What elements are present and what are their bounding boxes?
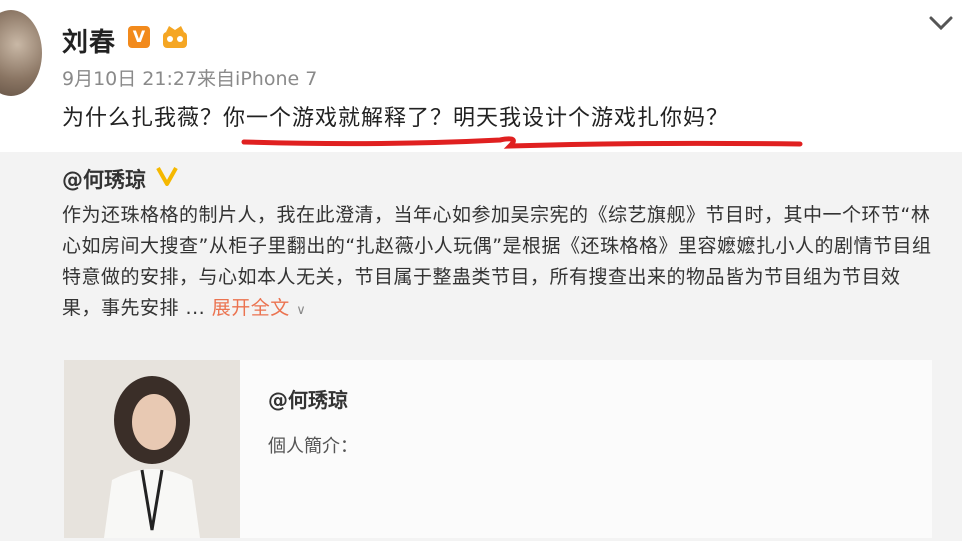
expand-full-text-link[interactable]: 展开全文 — [212, 297, 290, 319]
repost-block[interactable]: @何琇琼 作为还珠格格的制片人，我在此澄清，当年心如参加吴宗宪的《综艺旗舰》节目… — [0, 152, 962, 541]
profile-card[interactable]: @何琇琼 個人簡介： — [64, 360, 932, 538]
post-meta: 9月10日 21:27来自iPhone 7 — [62, 68, 318, 90]
user-avatar[interactable] — [0, 10, 42, 96]
chevron-down-icon[interactable] — [924, 10, 958, 36]
weibo-post: 刘春 V 9月10日 21:27来自iPhone 7 为什么扎我薇？你一个游戏就… — [0, 0, 962, 541]
quoted-text: 作为还珠格格的制片人，我在此澄清，当年心如参加吴宗宪的《综艺旗舰》节目时，其中一… — [62, 200, 932, 326]
expand-chevron-icon[interactable]: ∨ — [296, 303, 306, 318]
card-bio: 個人簡介： — [268, 436, 358, 457]
gold-verified-icon — [156, 167, 178, 186]
card-username[interactable]: @何琇琼 — [268, 384, 348, 413]
member-crown-icon — [163, 26, 187, 48]
quoted-username[interactable]: @何琇琼 — [62, 164, 146, 194]
post-text: 为什么扎我薇？你一个游戏就解释了？明天我设计个游戏扎你妈？ — [62, 106, 730, 131]
verified-badge-icon: V — [128, 26, 150, 48]
quoted-text-body: 作为还珠格格的制片人，我在此澄清，当年心如参加吴宗宪的《综艺旗舰》节目时，其中一… — [62, 204, 932, 319]
profile-photo — [64, 360, 240, 538]
username[interactable]: 刘春 — [62, 22, 116, 59]
